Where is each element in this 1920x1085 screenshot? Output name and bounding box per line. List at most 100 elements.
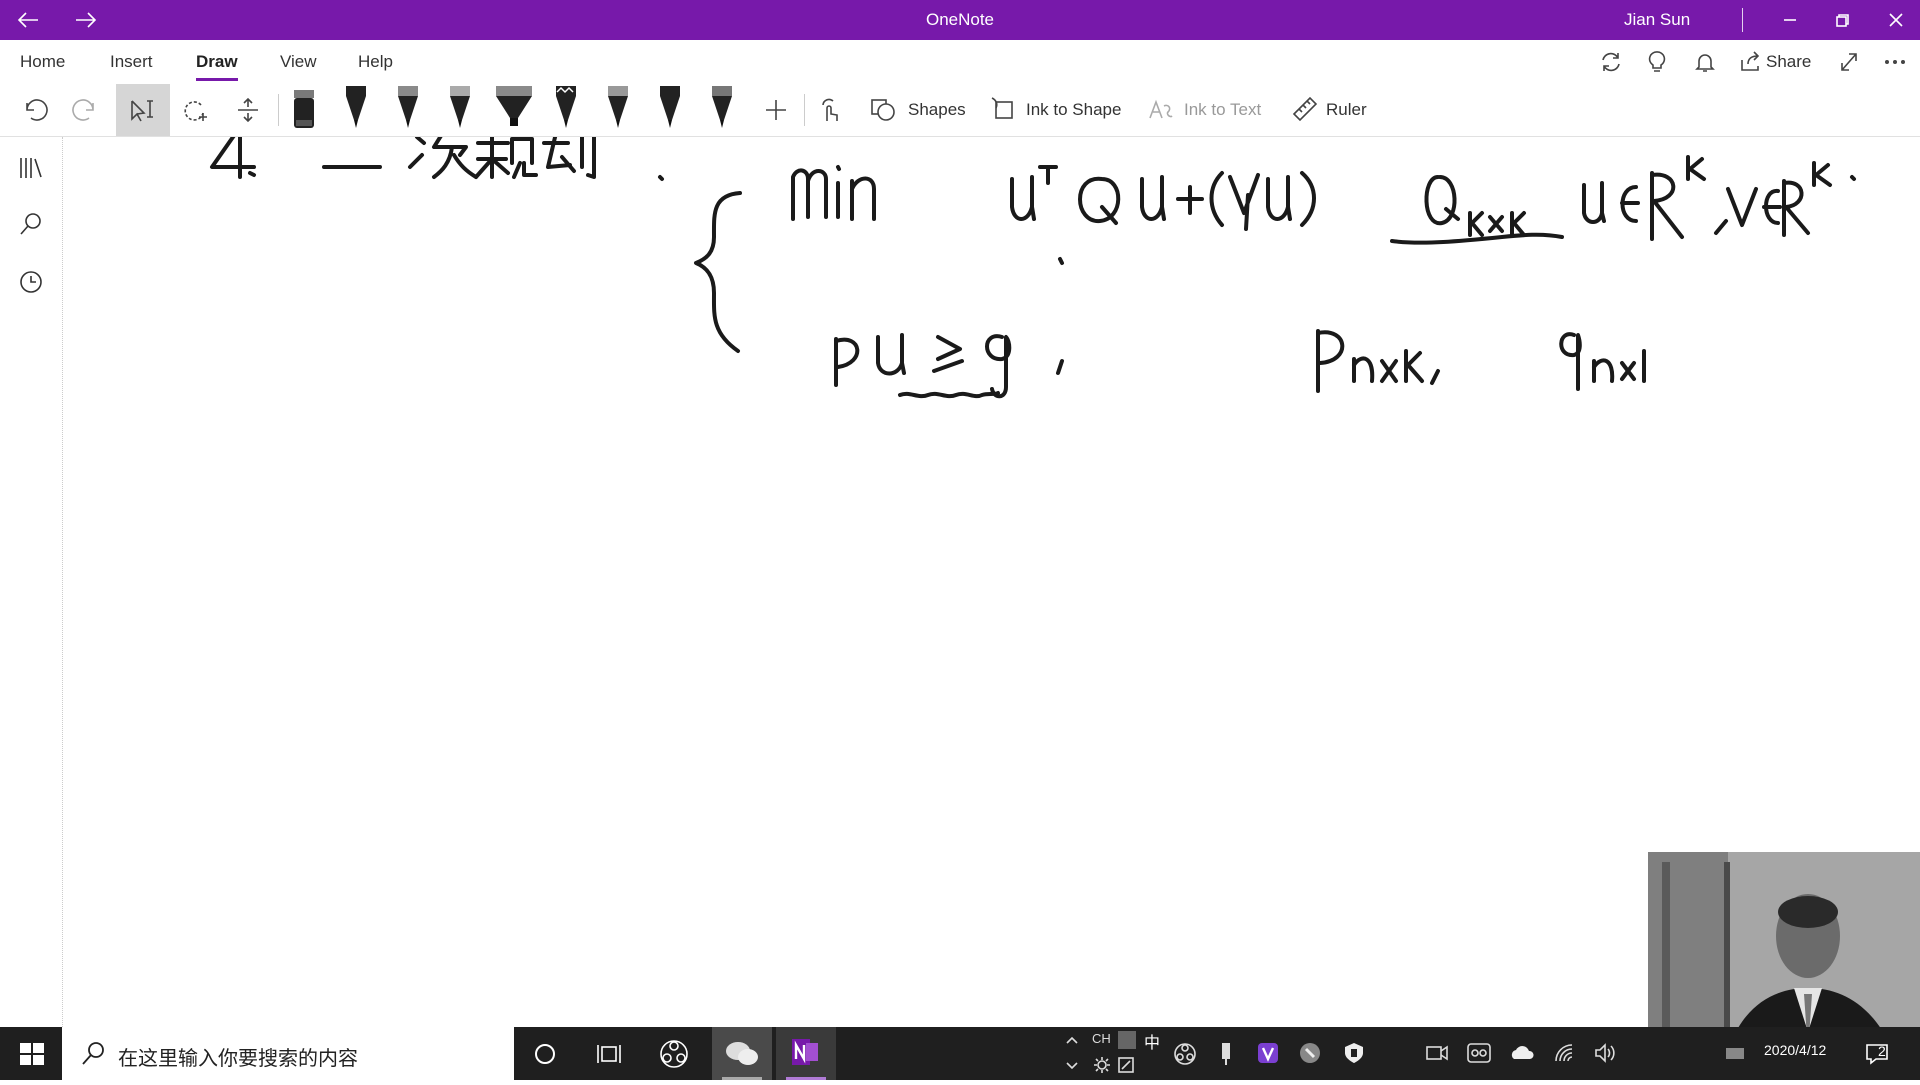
cloud-icon xyxy=(1511,1046,1534,1059)
tray-v-app-button[interactable] xyxy=(1256,1041,1280,1065)
expand-icon xyxy=(1841,53,1857,71)
ink-to-text-icon xyxy=(1149,99,1173,119)
tray-keyboard-button[interactable] xyxy=(1724,1043,1746,1063)
notifications-button[interactable] xyxy=(1690,48,1720,76)
minimize-button[interactable] xyxy=(1776,8,1804,32)
page-margin-line xyxy=(62,137,64,1027)
ink-to-text-button[interactable]: Ink to Text xyxy=(1146,94,1272,126)
lightbulb-icon xyxy=(1648,51,1666,72)
sync-button[interactable] xyxy=(1596,48,1626,76)
gray-pen-icon xyxy=(712,86,732,128)
taskbar-date[interactable]: 2020/4/12 xyxy=(1764,1042,1826,1058)
restore-button[interactable] xyxy=(1828,8,1856,32)
highlighter-tool[interactable] xyxy=(492,84,532,136)
type-select-tool-button[interactable] xyxy=(116,84,170,136)
cortana-button[interactable] xyxy=(530,1039,560,1069)
eraser-pen-tool[interactable] xyxy=(284,84,324,136)
tab-help[interactable]: Help xyxy=(358,52,393,72)
recent-notes-button[interactable] xyxy=(16,267,46,297)
windows-logo-icon xyxy=(20,1043,44,1065)
pen-tool-1[interactable] xyxy=(336,84,376,136)
windows-taskbar: 在这里输入你要搜索的内容 CH 中 2020/4/12 2 xyxy=(0,1027,1920,1080)
add-pen-button[interactable] xyxy=(756,90,796,130)
close-button[interactable] xyxy=(1882,8,1910,32)
toolbar-divider xyxy=(804,94,805,126)
shapes-button[interactable]: Shapes xyxy=(868,94,988,126)
restore-icon xyxy=(1836,14,1849,27)
tray-app-button[interactable] xyxy=(1298,1041,1322,1065)
pen-tool-4[interactable] xyxy=(546,84,586,136)
ink-to-shape-icon xyxy=(991,97,1013,119)
tray-network-button[interactable] xyxy=(1552,1041,1578,1065)
gray-pen-icon xyxy=(450,86,470,128)
tab-view[interactable]: View xyxy=(280,52,317,72)
pen-tool-3[interactable] xyxy=(440,84,480,136)
draw-with-touch-button[interactable] xyxy=(810,90,850,130)
people-icon xyxy=(1467,1043,1491,1063)
taskbar-app-onenote[interactable] xyxy=(776,1027,836,1080)
tray-obs-button[interactable] xyxy=(1172,1041,1198,1067)
pen-tool-6[interactable] xyxy=(650,84,690,136)
ruler-button[interactable]: Ruler xyxy=(1290,94,1380,126)
handwritten-ink xyxy=(210,125,1856,399)
start-button[interactable] xyxy=(18,1041,46,1067)
clock-icon xyxy=(20,271,42,293)
pen-tool-2[interactable] xyxy=(388,84,428,136)
ink-to-shape-button[interactable]: Ink to Shape xyxy=(988,94,1128,126)
touch-draw-icon xyxy=(822,98,838,121)
task-view-button[interactable] xyxy=(594,1039,624,1069)
ribbon-tabs: Home Insert Draw View Help Share xyxy=(0,40,1920,84)
tray-security-button[interactable] xyxy=(1342,1041,1366,1065)
taskbar-search-box[interactable]: 在这里输入你要搜索的内容 xyxy=(62,1027,514,1080)
more-options-button[interactable] xyxy=(1880,48,1910,76)
undo-button[interactable] xyxy=(14,90,54,130)
bell-icon xyxy=(1695,54,1715,72)
tab-draw[interactable]: Draw xyxy=(196,52,238,72)
ime-mode[interactable]: CH xyxy=(1092,1031,1111,1046)
pen-tool-7[interactable] xyxy=(702,84,742,136)
user-name[interactable]: Jian Sun xyxy=(1624,10,1690,30)
share-button[interactable]: Share xyxy=(1738,48,1814,76)
shield-icon xyxy=(1345,1043,1363,1063)
redo-button[interactable] xyxy=(66,90,106,130)
add-space-button[interactable] xyxy=(228,90,268,130)
cortana-circle-icon xyxy=(535,1044,555,1064)
ime-language[interactable]: 中 xyxy=(1144,1029,1160,1053)
tray-onedrive-button[interactable] xyxy=(1508,1041,1536,1065)
ink-dimensions xyxy=(1316,329,1646,393)
tab-home[interactable]: Home xyxy=(20,52,65,72)
taskbar-app-obs[interactable] xyxy=(656,1037,692,1071)
tray-meet-now-button[interactable] xyxy=(1424,1041,1450,1065)
share-label: Share xyxy=(1766,52,1812,71)
pen-tool-5[interactable] xyxy=(598,84,638,136)
tell-me-button[interactable] xyxy=(1642,48,1672,76)
shapes-label: Shapes xyxy=(908,100,966,119)
ime-settings-button[interactable] xyxy=(1092,1055,1112,1075)
note-canvas[interactable] xyxy=(62,125,1920,1027)
shapes-icon xyxy=(871,99,895,121)
gray-pen-icon xyxy=(608,86,628,128)
tray-people-button[interactable] xyxy=(1466,1041,1492,1065)
black-pen-icon xyxy=(346,86,366,128)
lasso-select-button[interactable] xyxy=(176,90,216,130)
toolbar-divider xyxy=(278,94,279,126)
ink-heading-chinese xyxy=(322,129,664,181)
search-placeholder: 在这里输入你要搜索的内容 xyxy=(118,1048,358,1070)
obs-tray-icon xyxy=(1174,1043,1196,1065)
tab-insert[interactable]: Insert xyxy=(110,52,153,72)
notebooks-button[interactable] xyxy=(16,153,46,183)
ink-brace xyxy=(694,191,742,353)
show-hidden-icons-button[interactable] xyxy=(1064,1033,1080,1073)
taskbar-app-wechat[interactable] xyxy=(712,1027,772,1080)
tray-usb-button[interactable] xyxy=(1216,1041,1236,1067)
ink-min xyxy=(791,165,876,221)
action-center-button[interactable]: 2 xyxy=(1864,1039,1900,1067)
ime-toolbox-button[interactable] xyxy=(1116,1055,1136,1075)
black-pen-icon xyxy=(660,86,680,128)
search-button[interactable] xyxy=(16,209,46,239)
edit-icon xyxy=(1118,1057,1134,1073)
full-screen-button[interactable] xyxy=(1834,48,1864,76)
tray-volume-button[interactable] xyxy=(1592,1041,1618,1065)
obs-icon xyxy=(660,1040,688,1068)
ime-du-button[interactable] xyxy=(1118,1031,1136,1049)
